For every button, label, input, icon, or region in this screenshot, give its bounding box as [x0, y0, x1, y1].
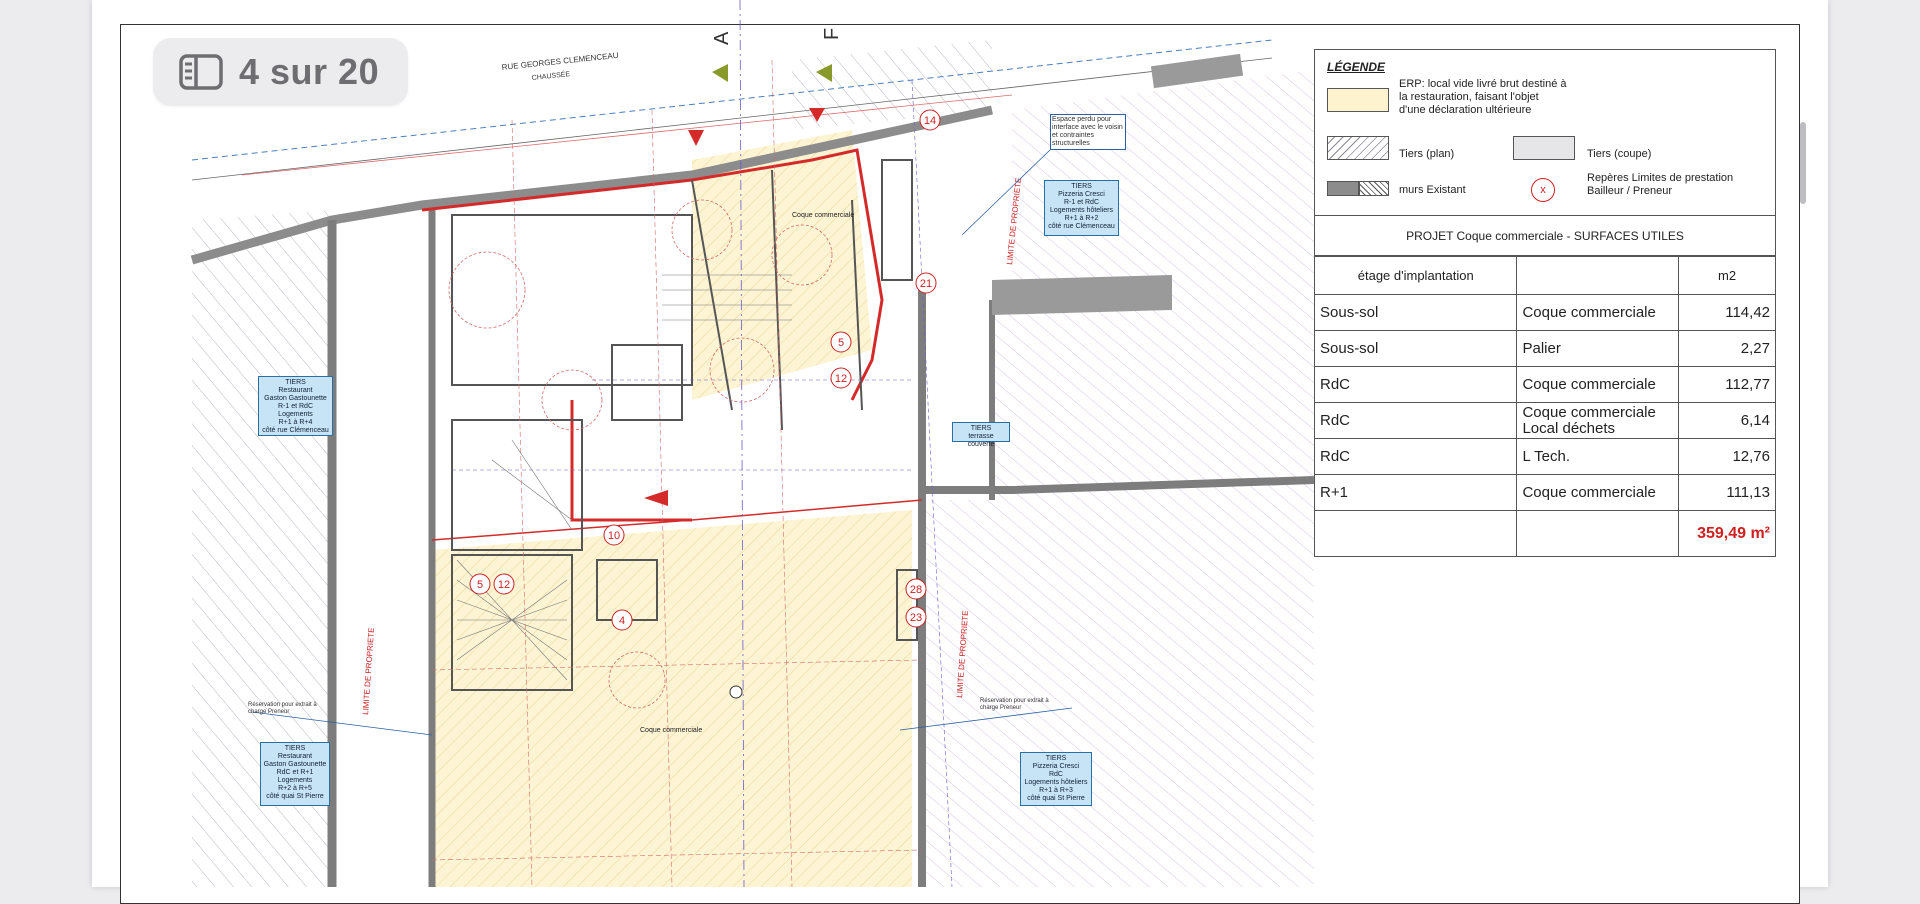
- tiers-plan-swatch: [1327, 136, 1389, 160]
- marker-10: 10: [608, 530, 620, 542]
- axis-a-label: A: [711, 31, 733, 45]
- marker-12b: 12: [498, 579, 510, 591]
- total-value: 359,49 m²: [1678, 510, 1776, 557]
- marker-23: 23: [910, 612, 922, 624]
- tag-terrasse: TIERS terrasse couverte: [952, 422, 1010, 448]
- row-m2: 12,76: [1678, 438, 1776, 475]
- table-row: RdC L Tech. 12,76: [1313, 438, 1776, 475]
- row-usage: Palier: [1516, 330, 1680, 367]
- murs-label: murs Existant: [1399, 184, 1466, 196]
- table-row: Sous-sol Coque commerciale 114,42: [1313, 294, 1776, 331]
- row-etage: Sous-sol: [1313, 294, 1518, 331]
- table-header-row: étage d'implantation m2: [1313, 256, 1776, 295]
- marker-14: 14: [924, 115, 936, 127]
- tiers-coupe-label: Tiers (coupe): [1587, 148, 1652, 160]
- tag-gaston-top: TIERS Restaurant Gaston Gastounette R-1 …: [258, 376, 333, 436]
- reperes-symbol: x: [1531, 178, 1555, 202]
- row-etage: RdC: [1313, 402, 1518, 439]
- table-total-row: 359,49 m²: [1313, 510, 1776, 557]
- coque-label-top: Coque commerciale: [792, 212, 854, 219]
- street-sub: CHAUSSÉE: [531, 69, 571, 82]
- row-m2: 6,14: [1678, 402, 1776, 439]
- reservation-note-right: Réservation pour extrait à charge Preneu…: [980, 698, 1049, 711]
- murs-swatch: [1327, 181, 1359, 196]
- tiers-coupe-swatch: [1513, 136, 1575, 160]
- vertical-scrollbar[interactable]: [1800, 122, 1806, 204]
- row-m2: 111,13: [1678, 474, 1776, 511]
- row-etage: RdC: [1313, 366, 1518, 403]
- row-usage: L Tech.: [1516, 438, 1680, 475]
- reservation-note-left: Réservation pour extrait à charge Preneu…: [248, 702, 317, 715]
- header-usage: [1516, 256, 1680, 295]
- coque-label-bottom: Coque commerciale: [640, 727, 702, 734]
- table-row: RdC Coque commerciale 112,77: [1313, 366, 1776, 403]
- surfaces-table: étage d'implantation m2 Sous-sol Coque c…: [1313, 256, 1776, 557]
- reperes-label: Repères Limites de prestation Bailleur /…: [1587, 172, 1734, 197]
- tag-pizzeria-top: TIERS Pizzeria Cresci R-1 et RdC Logemen…: [1044, 180, 1119, 236]
- surfaces-title: PROJET Coque commerciale - SURFACES UTIL…: [1314, 216, 1776, 256]
- row-etage: R+1: [1313, 474, 1518, 511]
- legend-title: LÉGENDE: [1327, 60, 1386, 74]
- row-m2: 114,42: [1678, 294, 1776, 331]
- header-m2: m2: [1678, 256, 1776, 295]
- erp-description: ERP: local vide livré brut destiné à la …: [1399, 78, 1567, 116]
- marker-5b: 5: [477, 579, 483, 591]
- row-usage: Coque commerciale Local déchets: [1516, 402, 1680, 439]
- sidebar-icon: [179, 54, 223, 90]
- header-etage: étage d'implantation: [1313, 256, 1518, 295]
- row-m2: 112,77: [1678, 366, 1776, 403]
- limit-label-left: LIMITE DE PROPRIETE: [361, 627, 376, 715]
- table-row: RdC Coque commerciale Local déchets 6,14: [1313, 402, 1776, 439]
- street-name: RUE GEORGES CLEMENCEAU: [501, 51, 619, 72]
- murs-swatch-hatch: [1359, 181, 1389, 196]
- marker-4: 4: [619, 615, 625, 627]
- row-usage: Coque commerciale: [1516, 474, 1680, 511]
- row-usage: Coque commerciale: [1516, 366, 1680, 403]
- total-empty-1: [1313, 510, 1518, 557]
- marker-21: 21: [920, 278, 932, 290]
- marker-5a: 5: [838, 337, 844, 349]
- row-etage: Sous-sol: [1313, 330, 1518, 367]
- marker-12a: 12: [835, 373, 847, 385]
- total-empty-2: [1516, 510, 1680, 557]
- page-counter-text: 4 sur 20: [239, 51, 380, 92]
- row-etage: RdC: [1313, 438, 1518, 475]
- tag-pizzeria-bottom: TIERS Pizzeria Cresci RdC Logements hôte…: [1020, 752, 1092, 806]
- table-row: Sous-sol Palier 2,27: [1313, 330, 1776, 367]
- table-row: R+1 Coque commerciale 111,13: [1313, 474, 1776, 511]
- legend-box: LÉGENDE ERP: local vide livré brut desti…: [1314, 49, 1776, 216]
- axis-f-label: F: [821, 28, 843, 40]
- marker-28: 28: [910, 584, 922, 596]
- tiers-plan-label: Tiers (plan): [1399, 148, 1455, 160]
- tag-gaston-bottom: TIERS Restaurant Gaston Gastounette RdC …: [260, 742, 330, 806]
- row-m2: 2,27: [1678, 330, 1776, 367]
- page-counter-button[interactable]: 4 sur 20: [153, 38, 408, 106]
- row-usage: Coque commerciale: [1516, 294, 1680, 331]
- space-note: Espace perdu pour interface avec le vois…: [1050, 114, 1126, 150]
- erp-swatch: [1327, 88, 1389, 112]
